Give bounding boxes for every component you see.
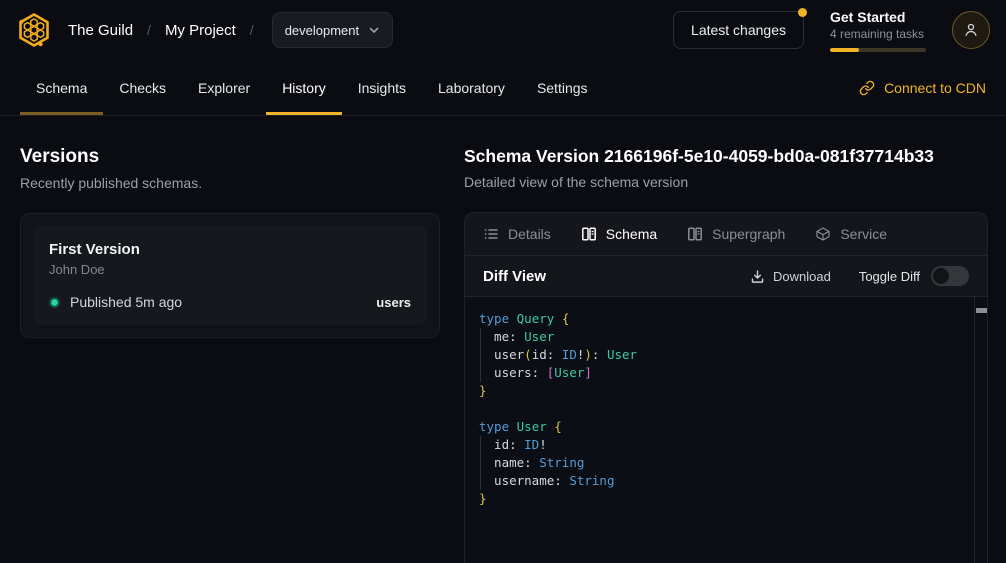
tab-supergraph[interactable]: Supergraph: [687, 226, 785, 242]
schema-version-title: Schema Version 2166196f-5e10-4059-bd0a-0…: [464, 146, 988, 167]
diff-view-title: Diff View: [483, 268, 546, 285]
nav-tab-checks[interactable]: Checks: [103, 60, 182, 115]
diff-controls: Download Toggle Diff: [750, 266, 969, 286]
version-meta-row: Published 5m ago users: [49, 294, 411, 310]
environment-select[interactable]: development: [272, 12, 393, 48]
toggle-diff-label: Toggle Diff: [859, 269, 920, 284]
columns-icon: [687, 226, 703, 242]
versions-panel: Versions Recently published schemas. Fir…: [0, 116, 460, 563]
toggle-diff-knob: [933, 268, 949, 284]
breadcrumb: The Guild / My Project / development: [16, 12, 393, 48]
nav-tab-insights[interactable]: Insights: [342, 60, 422, 115]
breadcrumb-separator: /: [145, 22, 153, 38]
guild-honeycomb-icon[interactable]: [16, 12, 52, 48]
published-status-dot: [49, 297, 60, 308]
link-icon: [859, 80, 875, 96]
nav-tab-schema[interactable]: Schema: [20, 60, 103, 115]
version-name: First Version: [49, 241, 411, 258]
tab-supergraph-label: Supergraph: [712, 226, 785, 242]
breadcrumb-project[interactable]: My Project: [165, 22, 236, 39]
code-scrollbar-thumb[interactable]: [976, 308, 987, 313]
diff-toolbar: Diff View Download Toggle Diff: [465, 256, 987, 297]
main-content: Versions Recently published schemas. Fir…: [0, 116, 1006, 563]
download-button[interactable]: Download: [750, 269, 831, 284]
schema-version-panel: Schema Version 2166196f-5e10-4059-bd0a-0…: [460, 116, 1006, 563]
list-icon: [483, 226, 499, 242]
tab-service[interactable]: Service: [815, 226, 887, 242]
toggle-diff-switch[interactable]: [931, 266, 969, 286]
connect-to-cdn-label: Connect to CDN: [884, 80, 986, 96]
connect-to-cdn-button[interactable]: Connect to CDN: [859, 60, 986, 115]
header-actions: Latest changes Get Started 4 remaining t…: [673, 9, 990, 52]
versions-title: Versions: [20, 146, 440, 168]
version-status: Published 5m ago: [70, 294, 182, 310]
get-started-title: Get Started: [830, 9, 926, 25]
target-nav: Schema Checks Explorer History Insights …: [0, 60, 1006, 116]
versions-list: First Version John Doe Published 5m ago …: [20, 213, 440, 338]
columns-icon: [581, 226, 597, 242]
nav-tab-explorer[interactable]: Explorer: [182, 60, 266, 115]
box-icon: [815, 226, 831, 242]
tab-service-label: Service: [840, 226, 887, 242]
schema-version-subtitle: Detailed view of the schema version: [464, 174, 988, 190]
get-started-widget[interactable]: Get Started 4 remaining tasks: [830, 9, 926, 52]
code-scrollbar-track: [974, 297, 987, 563]
tab-schema-label: Schema: [606, 226, 657, 242]
notification-dot: [798, 8, 807, 17]
user-icon: [962, 21, 980, 39]
environment-select-value: development: [285, 23, 359, 38]
sdl-code-viewer: type Query { me: User user(id: ID!): Use…: [465, 297, 987, 563]
nav-tab-settings[interactable]: Settings: [521, 60, 604, 115]
nav-tab-history[interactable]: History: [266, 60, 342, 115]
latest-changes-button[interactable]: Latest changes: [673, 11, 804, 49]
app-header: The Guild / My Project / development Lat…: [0, 0, 1006, 60]
user-avatar[interactable]: [952, 11, 990, 49]
download-icon: [750, 269, 765, 284]
latest-changes-label: Latest changes: [691, 22, 786, 38]
nav-tab-laboratory[interactable]: Laboratory: [422, 60, 521, 115]
version-list-item[interactable]: First Version John Doe Published 5m ago …: [33, 226, 427, 325]
code-content: type Query { me: User user(id: ID!): Use…: [479, 310, 967, 508]
tab-schema[interactable]: Schema: [581, 226, 657, 242]
download-label: Download: [773, 269, 831, 284]
schema-version-card: Details Schema: [464, 212, 988, 563]
breadcrumb-org[interactable]: The Guild: [68, 22, 133, 39]
get-started-subtitle: 4 remaining tasks: [830, 27, 926, 41]
get-started-progress-track: [830, 48, 926, 52]
get-started-progress-fill: [830, 48, 859, 52]
tab-details[interactable]: Details: [483, 226, 551, 242]
detail-tabs: Details Schema: [465, 213, 987, 256]
version-author: John Doe: [49, 262, 411, 277]
version-service-badge: users: [376, 295, 411, 310]
toggle-diff-group: Toggle Diff: [859, 266, 969, 286]
breadcrumb-separator: /: [248, 22, 256, 38]
versions-subtitle: Recently published schemas.: [20, 175, 440, 191]
chevron-down-icon: [368, 24, 380, 36]
tab-details-label: Details: [508, 226, 551, 242]
